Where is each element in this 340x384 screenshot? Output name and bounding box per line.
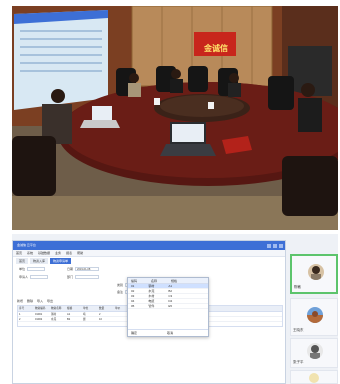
- option-cell: A1: [168, 284, 173, 288]
- column-header[interactable]: 规格: [66, 306, 82, 311]
- meeting-room-photo: 金诚信: [12, 6, 338, 230]
- avatar: [309, 373, 319, 383]
- field-label: 单位: [19, 267, 26, 271]
- option-cell: 管件: [148, 304, 155, 308]
- column-header[interactable]: 序号: [18, 306, 34, 311]
- dropdown-footer: 确定 取消: [128, 329, 208, 336]
- field-label: 备注: [117, 290, 124, 294]
- menu-item[interactable]: 系统: [27, 250, 33, 256]
- field-input[interactable]: [27, 267, 46, 271]
- option-cell: 01: [131, 284, 135, 288]
- option-cell: 电缆: [148, 299, 155, 303]
- table-cell: 1: [19, 313, 21, 316]
- table-cell: B2: [67, 318, 71, 321]
- option-cell: 钢材: [148, 284, 155, 288]
- close-icon[interactable]: [279, 243, 283, 248]
- form-field: 日期 2019-01-08: [67, 267, 100, 271]
- field-label: 部门: [67, 275, 74, 279]
- menu-item[interactable]: 业务: [55, 250, 61, 256]
- delete-button[interactable]: 删除: [27, 299, 33, 303]
- menu-item[interactable]: 报表: [66, 250, 72, 256]
- cancel-button[interactable]: 取消: [167, 330, 173, 336]
- form-field: 申请人: [19, 275, 49, 279]
- participant-tile[interactable]: 陈敏: [290, 254, 338, 294]
- option-cell: 05: [131, 304, 135, 308]
- option-cell: 02: [131, 289, 135, 293]
- table-cell: 2: [19, 318, 21, 321]
- table-cell: A1: [67, 313, 71, 316]
- maximize-icon[interactable]: [273, 243, 277, 248]
- table-cell: 水泥: [51, 318, 57, 321]
- grid-toolbar: 新增 删除 导入 导出: [17, 299, 53, 303]
- field-label: 类别: [117, 283, 124, 287]
- option-cell: 木材: [148, 294, 155, 298]
- option-cell: B2: [168, 289, 173, 293]
- avatar: [308, 264, 324, 280]
- table-cell: 01002: [35, 318, 43, 321]
- menu-item[interactable]: 首页: [16, 250, 22, 256]
- dropdown-column: 编码: [131, 279, 138, 283]
- column-header[interactable]: 物资编码: [34, 306, 50, 311]
- company-logo-text: 金诚信: [204, 44, 228, 53]
- table-cell: 01001: [35, 313, 43, 316]
- menu-item[interactable]: 基础数据: [38, 250, 50, 256]
- confirm-button[interactable]: 确定: [131, 330, 137, 336]
- export-button[interactable]: 导出: [47, 299, 53, 303]
- dropdown-column: 名称: [151, 279, 158, 283]
- conference-screen-panel: 金诚信 云平台 首页 系统 基础数据 业务 报表 帮助 首页 物资入库 物资申请…: [12, 234, 338, 384]
- avatar: [307, 307, 323, 323]
- field-input[interactable]: 2019-01-08: [75, 267, 100, 271]
- dropdown-column: 规格: [171, 279, 178, 283]
- participant-name: 王晓东: [293, 328, 304, 332]
- meeting-room-illustration: [12, 6, 338, 230]
- table-cell: 2: [99, 313, 101, 316]
- field-input[interactable]: [75, 275, 100, 279]
- table-cell: 10: [99, 318, 102, 321]
- column-header[interactable]: 物资名称: [50, 306, 66, 311]
- window-title: 金诚信 云平台: [17, 243, 36, 247]
- table-cell: 吨: [83, 313, 86, 316]
- participant-tile[interactable]: 王晓东: [290, 298, 338, 336]
- form-field: 部门: [67, 275, 100, 279]
- avatar: [307, 343, 323, 359]
- minimize-icon[interactable]: [267, 243, 271, 248]
- menu-item[interactable]: 帮助: [77, 250, 83, 256]
- lookup-dropdown: 编码 名称 规格 01 钢材 A1 02 水泥 B2 03 木材 C3 04 电: [127, 277, 209, 337]
- participant-name: 张子平: [293, 360, 304, 364]
- form-field: 单位: [19, 267, 46, 271]
- option-cell: E5: [168, 304, 173, 308]
- menu-bar: 首页 系统 基础数据 业务 报表 帮助: [13, 250, 285, 257]
- erp-window: 金诚信 云平台 首页 系统 基础数据 业务 报表 帮助 首页 物资入库 物资申请…: [12, 240, 286, 384]
- add-button[interactable]: 新增: [17, 299, 23, 303]
- participant-tile[interactable]: [290, 370, 338, 384]
- field-label: 申请人: [19, 275, 29, 279]
- column-header[interactable]: 单位: [82, 306, 98, 311]
- column-header[interactable]: 数量: [98, 306, 114, 311]
- option-cell: 04: [131, 299, 135, 303]
- window-titlebar: 金诚信 云平台: [13, 241, 285, 250]
- participant-tile[interactable]: 张子平: [290, 338, 338, 368]
- table-cell: 钢材: [51, 313, 57, 316]
- option-cell: 03: [131, 294, 135, 298]
- dropdown-option[interactable]: 05 管件 E5: [128, 304, 208, 309]
- field-label: 日期: [67, 267, 74, 271]
- option-cell: D4: [168, 299, 173, 303]
- option-cell: 水泥: [148, 289, 155, 293]
- window-controls: [267, 243, 285, 248]
- participant-name: 陈敏: [294, 285, 301, 289]
- tab-bar: 首页 物资入库 物资申请单: [13, 257, 285, 264]
- option-cell: C3: [168, 294, 173, 298]
- import-button[interactable]: 导入: [37, 299, 43, 303]
- table-cell: 袋: [83, 318, 86, 321]
- participant-tiles: 陈敏 王晓东 张子平: [290, 240, 338, 384]
- field-input[interactable]: [30, 275, 49, 279]
